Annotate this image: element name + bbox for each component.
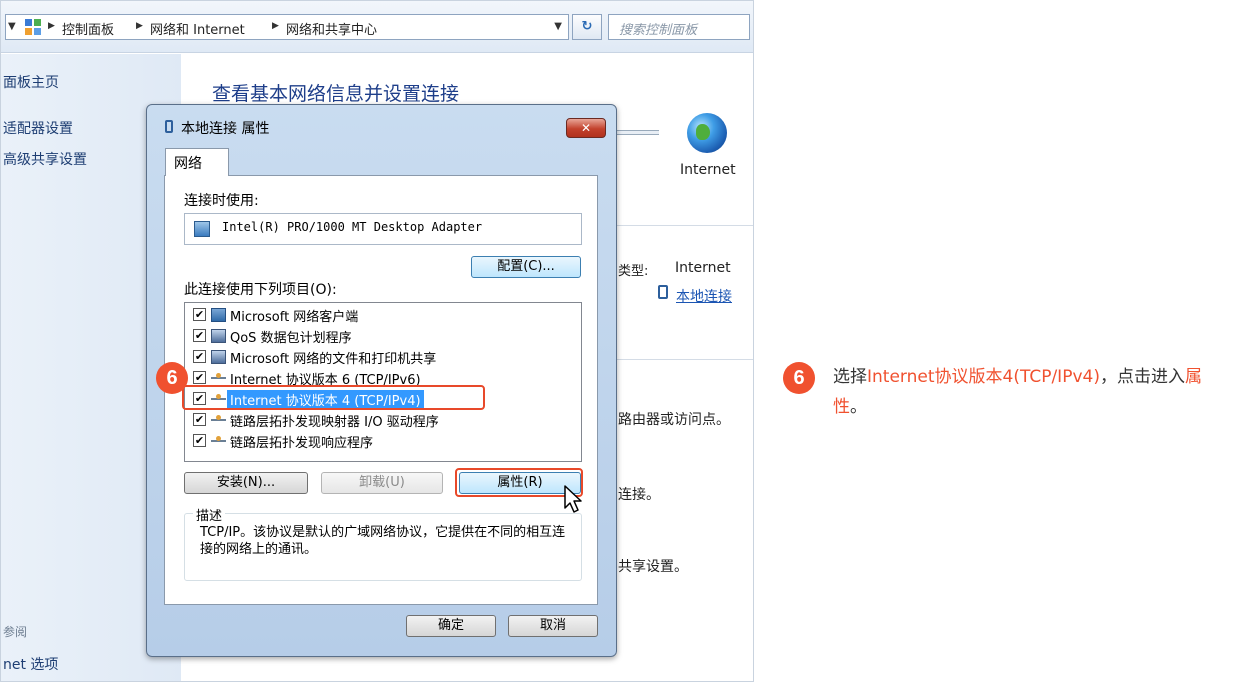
item-checkbox[interactable]: ✔ (193, 413, 206, 426)
router-text: 路由器或访问点。 (618, 412, 730, 428)
instruction-text: ，点击进入 (1099, 367, 1185, 387)
protocol-icon (211, 415, 226, 421)
sharing-text: 共享设置。 (618, 559, 688, 575)
step-badge: 6 (783, 362, 815, 394)
breadcrumb-network-sharing-center[interactable]: 网络和共享中心 (286, 19, 377, 38)
address-bar-area: ▼ ▶ 控制面板 ▶ 网络和 Internet ▶ 网络和共享中心 ▼ ↻ 搜索… (1, 1, 753, 53)
protocol-icon (211, 373, 226, 379)
connect-using-label: 连接时使用: (184, 193, 259, 209)
nav-control-panel-home[interactable]: 面板主页 (3, 72, 59, 92)
address-dropdown-icon[interactable]: ▼ (554, 21, 562, 32)
list-item[interactable]: ✔ Microsoft 网络的文件和打印机共享 (193, 347, 579, 367)
dialog-title: 本地连接 属性 (181, 121, 270, 137)
network-client-icon (211, 308, 226, 322)
tutorial-screenshot: ▼ ▶ 控制面板 ▶ 网络和 Internet ▶ 网络和共享中心 ▼ ↻ 搜索… (0, 0, 1241, 688)
cancel-button[interactable]: 取消 (508, 615, 598, 637)
connection-plug-icon (658, 285, 668, 299)
item-checkbox[interactable]: ✔ (193, 434, 206, 447)
control-panel-icon (25, 19, 41, 35)
install-button[interactable]: 安装(N)... (184, 472, 308, 494)
list-item[interactable]: ✔ 链路层拓扑发现映射器 I/O 驱动程序 (193, 410, 579, 430)
item-label: Microsoft 网络客户端 (230, 310, 359, 325)
breadcrumb-control-panel[interactable]: 控制面板 (62, 19, 114, 38)
item-label: QoS 数据包计划程序 (230, 331, 352, 346)
service-icon (211, 329, 226, 343)
access-type-label: 类型: (618, 264, 649, 279)
item-label: 链路层拓扑发现映射器 I/O 驱动程序 (230, 415, 439, 430)
list-item[interactable]: ✔ 链路层拓扑发现响应程序 (193, 431, 579, 451)
item-checkbox[interactable]: ✔ (193, 350, 206, 363)
uninstall-button[interactable]: 卸载(U) (321, 472, 443, 494)
adapter-field: Intel(R) PRO/1000 MT Desktop Adapter (184, 213, 582, 245)
connection-plug-icon (165, 120, 173, 133)
step-instruction: 选择Internet协议版本4(TCP/IPv4)，点击进入属性。 (833, 362, 1233, 422)
close-button[interactable]: ✕ (566, 118, 606, 138)
mouse-cursor-icon (564, 485, 582, 513)
local-connection-link[interactable]: 本地连接 (676, 286, 732, 306)
divider (615, 225, 753, 226)
breadcrumb-separator-icon: ▶ (136, 21, 143, 31)
breadcrumb-separator-icon: ▶ (272, 21, 279, 31)
connect-text: 连接。 (618, 487, 660, 503)
instruction-highlight: Internet协议版本4(TCP/IPv4) (867, 367, 1100, 387)
instruction-text: 。 (850, 397, 867, 417)
history-dropdown-icon[interactable]: ▼ (8, 21, 16, 32)
network-map-line (615, 130, 659, 135)
ok-button[interactable]: 确定 (406, 615, 496, 637)
highlight-tcpipv4-box (182, 385, 485, 410)
address-bar[interactable]: ▼ ▶ 控制面板 ▶ 网络和 Internet ▶ 网络和共享中心 ▼ (5, 14, 569, 40)
items-label: 此连接使用下列项目(O): (184, 282, 337, 298)
adapter-name: Intel(R) PRO/1000 MT Desktop Adapter (222, 220, 483, 234)
local-connection-properties-dialog: 本地连接 属性 ✕ 网络 连接时使用: Intel(R) PRO/1000 MT… (146, 104, 617, 657)
see-also-label: 参阅 (3, 625, 28, 639)
item-label: 链路层拓扑发现响应程序 (230, 436, 374, 451)
tab-network[interactable]: 网络 (165, 148, 229, 176)
search-input[interactable]: 搜索控制面板 (608, 14, 750, 40)
configure-button[interactable]: 配置(C)... (471, 256, 581, 278)
nav-advanced-sharing[interactable]: 高级共享设置 (3, 149, 87, 169)
list-item[interactable]: ✔ Microsoft 网络客户端 (193, 305, 579, 325)
network-adapter-icon (194, 221, 210, 237)
page-title: 查看基本网络信息并设置连接 (212, 83, 460, 105)
refresh-button[interactable]: ↻ (572, 14, 602, 40)
description-label: 描述 (193, 505, 226, 524)
internet-globe-icon[interactable] (687, 113, 727, 153)
breadcrumb-network-internet[interactable]: 网络和 Internet (150, 19, 245, 38)
access-type-value: Internet (675, 260, 731, 276)
components-list[interactable]: ✔ Microsoft 网络客户端 ✔ QoS 数据包计划程序 ✔ Micros… (184, 302, 582, 462)
internet-label: Internet (680, 162, 736, 178)
item-label: Microsoft 网络的文件和打印机共享 (230, 352, 437, 367)
list-item[interactable]: ✔ QoS 数据包计划程序 (193, 326, 579, 346)
step-badge: 6 (156, 362, 188, 394)
nav-adapter-settings[interactable]: 适配器设置 (3, 118, 73, 138)
description-group: 描述 TCP/IP。该协议是默认的广域网络协议，它提供在不同的相互连接的网络上的… (184, 505, 582, 581)
breadcrumb-separator-icon: ▶ (48, 21, 55, 31)
item-checkbox[interactable]: ✔ (193, 371, 206, 384)
service-icon (211, 350, 226, 364)
nav-internet-options[interactable]: net 选项 (3, 654, 58, 674)
protocol-icon (211, 436, 226, 442)
item-checkbox[interactable]: ✔ (193, 329, 206, 342)
divider (615, 359, 753, 360)
description-text: TCP/IP。该协议是默认的广域网络协议，它提供在不同的相互连接的网络上的通讯。 (200, 525, 566, 557)
item-checkbox[interactable]: ✔ (193, 308, 206, 321)
instruction-text: 选择 (833, 367, 867, 387)
